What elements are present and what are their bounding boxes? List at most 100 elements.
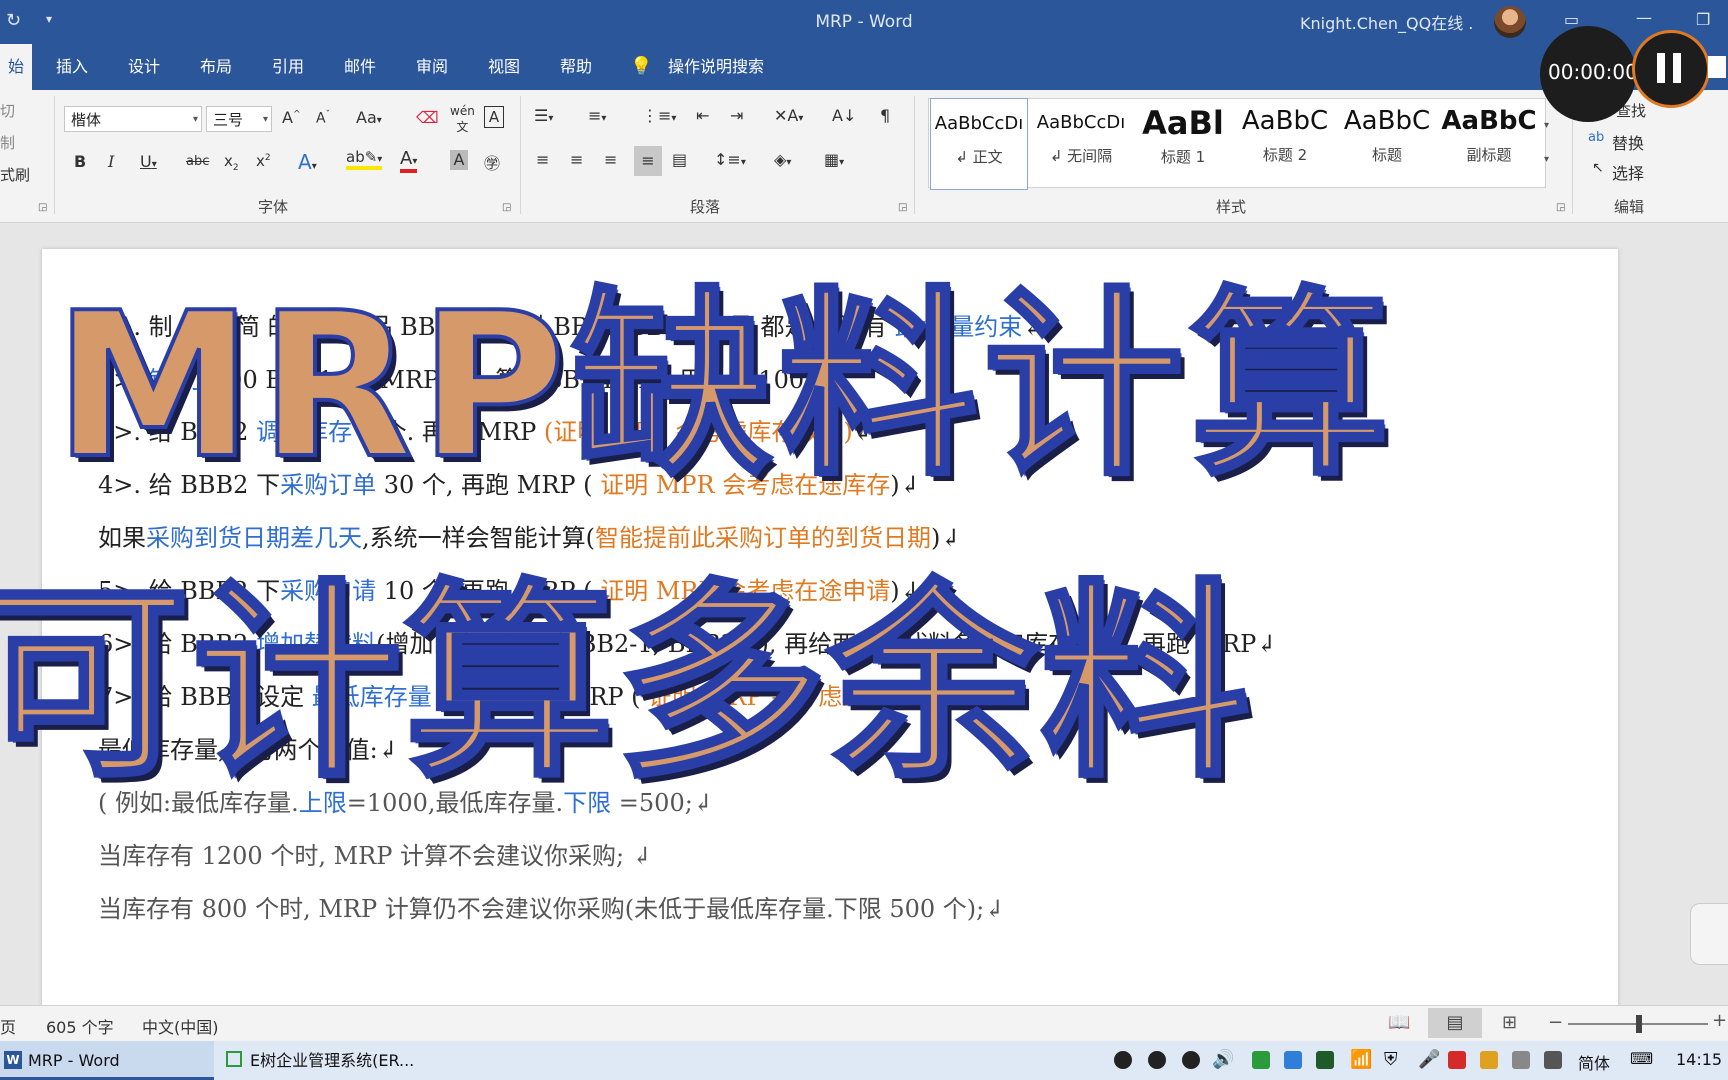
style-name: ↲ 无间隔 xyxy=(1049,147,1113,165)
bold-button[interactable]: B xyxy=(74,152,86,171)
tab-home[interactable]: 始 xyxy=(0,44,33,90)
tab-help[interactable]: 帮助 xyxy=(560,44,592,90)
font-family-select[interactable]: 楷体 ▾ xyxy=(64,106,202,132)
stop-button[interactable] xyxy=(1708,56,1726,78)
battery-icon[interactable] xyxy=(1544,1051,1562,1069)
enclose-character-icon[interactable]: ㊫ xyxy=(484,150,500,174)
strikethrough-button[interactable]: abc xyxy=(186,154,209,169)
underline-button[interactable]: U▾ xyxy=(140,152,157,171)
tab-layout[interactable]: 布局 xyxy=(200,44,232,90)
style-heading-2[interactable]: AaBbC 标题 2 xyxy=(1236,98,1334,190)
side-tab[interactable] xyxy=(1690,903,1728,965)
change-case-button[interactable]: Aa▾ xyxy=(356,108,382,127)
taskbar-item-word[interactable]: W MRP - Word xyxy=(0,1041,214,1080)
shading-icon[interactable]: ◈▾ xyxy=(774,150,791,169)
font-size-select[interactable]: 三号 ▾ xyxy=(206,106,272,132)
network-icon[interactable]: 📶 xyxy=(1350,1049,1372,1070)
text-effects-icon[interactable]: A▾ xyxy=(298,150,317,174)
page-indicator[interactable]: 页 xyxy=(0,1014,16,1038)
clipboard-launcher-icon[interactable]: ◲ xyxy=(38,202,47,213)
qq-icon[interactable] xyxy=(1148,1051,1166,1069)
style-preview: AaBbC xyxy=(1343,106,1431,136)
tab-references[interactable]: 引用 xyxy=(272,44,304,90)
chinese-layout-icon[interactable]: ✕A▾ xyxy=(774,106,803,125)
select-button[interactable]: 选择 xyxy=(1612,160,1644,184)
zoom-slider-thumb[interactable] xyxy=(1636,1015,1642,1033)
qq-icon[interactable] xyxy=(1182,1051,1200,1069)
multilevel-list-icon[interactable]: ⋮≡▾ xyxy=(642,106,676,125)
style-title[interactable]: AaBbC 标题 xyxy=(1338,98,1436,190)
document-paragraph[interactable]: 当库存有 1200 个时, MRP 计算不会建议你采购; ↲ xyxy=(98,836,652,871)
tab-mailings[interactable]: 邮件 xyxy=(344,44,376,90)
word-count[interactable]: 605 个字 xyxy=(46,1014,114,1038)
mcafee-icon[interactable] xyxy=(1448,1051,1466,1069)
volume-icon[interactable]: 🔊 xyxy=(1212,1049,1234,1070)
line-spacing-icon[interactable]: ↕≡▾ xyxy=(714,150,746,169)
style-heading-1[interactable]: AaBl 标题 1 xyxy=(1134,98,1232,190)
subscript-button[interactable]: x2 xyxy=(224,152,239,173)
clear-formatting-icon[interactable]: ⌫ xyxy=(416,108,439,127)
copy-button[interactable]: 制 xyxy=(0,132,15,153)
superscript-button[interactable]: x2 xyxy=(256,152,271,170)
microphone-icon[interactable]: 🎤 xyxy=(1418,1049,1440,1070)
account-name[interactable]: Knight.Chen_QQ在线 . xyxy=(1300,10,1473,34)
tab-insert[interactable]: 插入 xyxy=(56,44,88,90)
show-marks-icon[interactable]: ¶ xyxy=(880,106,890,125)
print-layout-icon[interactable]: ▤ xyxy=(1428,1008,1482,1038)
decrease-indent-icon[interactable]: ⇤ xyxy=(696,106,709,125)
qq-icon[interactable] xyxy=(1114,1051,1132,1069)
align-left-icon[interactable]: ≡ xyxy=(536,150,549,169)
font-launcher-icon[interactable]: ◲ xyxy=(502,202,511,213)
styles-more-icon[interactable]: ▾ xyxy=(1544,154,1549,165)
security-icon[interactable]: ⛨ xyxy=(1384,1049,1398,1070)
language-indicator[interactable]: 中文(中国) xyxy=(142,1014,219,1038)
replace-button[interactable]: 替换 xyxy=(1612,130,1644,154)
paragraph-launcher-icon[interactable]: ◲ xyxy=(898,202,907,213)
numbering-icon[interactable]: ≡▾ xyxy=(588,106,606,125)
keyboard-icon[interactable]: ⌨ xyxy=(1630,1049,1653,1068)
shrink-font-icon[interactable]: Aˇ xyxy=(316,110,330,127)
blue-app-icon[interactable] xyxy=(1284,1051,1302,1069)
app-icon[interactable] xyxy=(1512,1051,1530,1069)
borders-icon[interactable]: ▦▾ xyxy=(824,150,844,169)
style-no-spacing[interactable]: AaBbCcDı ↲ 无间隔 xyxy=(1032,98,1130,190)
phonetic-guide-icon[interactable]: wén 文 xyxy=(450,104,475,135)
tab-review[interactable]: 审阅 xyxy=(416,44,448,90)
style-normal[interactable]: AaBbCcDı ↲ 正文 xyxy=(930,98,1028,190)
zoom-out-icon[interactable]: − xyxy=(1548,1012,1563,1033)
tab-view[interactable]: 视图 xyxy=(488,44,520,90)
zoom-in-icon[interactable]: + xyxy=(1712,1010,1727,1031)
style-subtitle[interactable]: AaBbC 副标题 xyxy=(1440,98,1538,190)
italic-button[interactable]: I xyxy=(108,152,114,171)
green-app-icon[interactable] xyxy=(1252,1051,1270,1069)
taskbar-item-erp[interactable]: E树企业管理系统(ER... xyxy=(222,1041,436,1080)
align-right-icon[interactable]: ≡ xyxy=(604,150,617,169)
ime-indicator[interactable]: 简体 xyxy=(1578,1050,1610,1074)
clock[interactable]: 14:15 xyxy=(1676,1050,1722,1069)
character-shading-icon[interactable]: A xyxy=(450,150,468,170)
read-mode-icon[interactable]: 📖 xyxy=(1388,1012,1410,1033)
tab-design[interactable]: 设计 xyxy=(128,44,160,90)
distributed-icon[interactable]: ▤ xyxy=(672,150,687,169)
cut-button[interactable]: 切 xyxy=(0,100,15,121)
format-painter-button[interactable]: 式刷 xyxy=(0,164,30,185)
nvidia-icon[interactable] xyxy=(1316,1051,1334,1069)
tell-me-search[interactable]: 操作说明搜索 xyxy=(668,44,764,90)
sort-icon[interactable]: A↓ xyxy=(832,106,856,125)
character-border-icon[interactable]: A xyxy=(484,106,504,128)
app-icon[interactable] xyxy=(1480,1051,1498,1069)
bullets-icon[interactable]: ☰▾ xyxy=(534,106,553,125)
grow-font-icon[interactable]: A^ xyxy=(282,108,301,127)
font-color-icon[interactable]: A▾ xyxy=(400,148,418,173)
minimize-icon[interactable]: — xyxy=(1636,8,1652,27)
align-center-icon[interactable]: ≡ xyxy=(570,150,583,169)
web-layout-icon[interactable]: ⊞ xyxy=(1502,1012,1517,1033)
lightbulb-icon: 💡 xyxy=(630,56,653,77)
highlight-icon[interactable]: ab✎▾ xyxy=(346,148,383,170)
pause-button[interactable] xyxy=(1632,30,1710,108)
increase-indent-icon[interactable]: ⇥ xyxy=(730,106,743,125)
document-paragraph[interactable]: 当库存有 800 个时, MRP 计算仍不会建议你采购(未低于最低库存量.下限 … xyxy=(98,889,1004,924)
avatar[interactable] xyxy=(1494,6,1526,38)
styles-launcher-icon[interactable]: ◲ xyxy=(1556,202,1565,213)
justify-icon[interactable]: ≡ xyxy=(634,146,662,176)
